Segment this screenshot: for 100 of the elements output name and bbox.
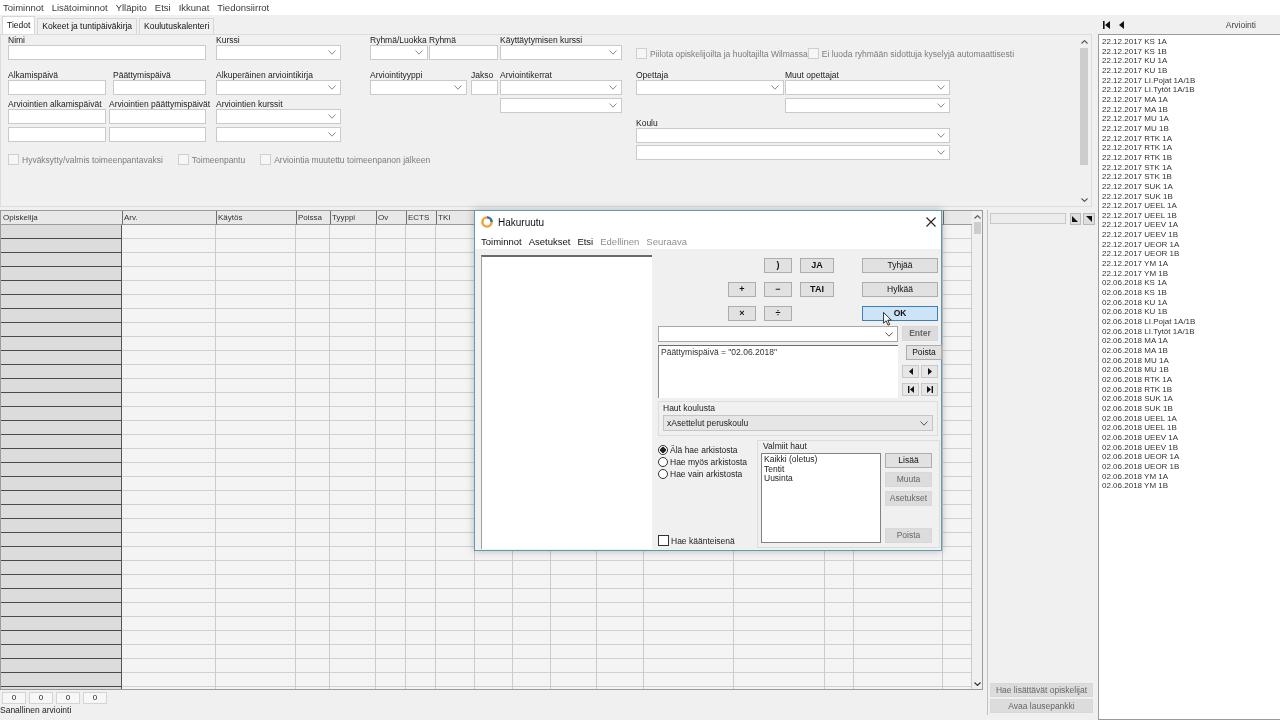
- list-item[interactable]: 22.12.2017 STK 1B: [1102, 172, 1280, 182]
- list-item[interactable]: 22.12.2017 YM 1B: [1102, 268, 1280, 279]
- list-item[interactable]: 22.12.2017 MA 1B: [1102, 104, 1280, 115]
- list-item[interactable]: 02.06.2018 SUK 1B: [1102, 403, 1280, 414]
- list-item[interactable]: Kaikki (oletus): [764, 455, 878, 465]
- column-header[interactable]: Ov: [376, 211, 406, 225]
- list-item[interactable]: 02.06.2018 MA 1A: [1102, 336, 1280, 346]
- menu-item[interactable]: Ylläpito: [115, 2, 147, 13]
- list-item[interactable]: 22.12.2017 MA 1A: [1102, 94, 1280, 105]
- list-item[interactable]: 22.12.2017 KS 1B: [1102, 46, 1280, 57]
- list-item[interactable]: 22.12.2017 SUK 1A: [1102, 181, 1280, 192]
- operator-button[interactable]: JA: [800, 258, 834, 273]
- text-field[interactable]: [8, 45, 206, 60]
- text-field[interactable]: [8, 80, 106, 95]
- action-button[interactable]: OK: [862, 306, 938, 321]
- scrollbar-thumb[interactable]: [973, 222, 981, 234]
- text-field[interactable]: [8, 109, 106, 124]
- tab[interactable]: Tiedot: [2, 16, 36, 34]
- text-field[interactable]: [990, 213, 1066, 224]
- radio-button[interactable]: [658, 469, 668, 479]
- text-field[interactable]: [109, 109, 206, 124]
- combo-box[interactable]: [658, 326, 898, 342]
- text-field[interactable]: [109, 127, 206, 142]
- combo-box[interactable]: [216, 80, 341, 95]
- operator-button[interactable]: +: [728, 282, 756, 297]
- checkbox[interactable]: [658, 535, 669, 546]
- menu-item[interactable]: Tiedonsiirrot: [217, 2, 270, 13]
- menu-item[interactable]: Toiminnot: [481, 235, 522, 247]
- operator-button[interactable]: ): [764, 258, 792, 273]
- text-field[interactable]: [113, 80, 206, 95]
- dropdown[interactable]: xAsettelut peruskoulu: [663, 415, 933, 431]
- list-item[interactable]: 02.06.2018 SUK 1A: [1102, 394, 1280, 404]
- operator-button[interactable]: TAI: [800, 282, 834, 297]
- list-item[interactable]: 02.06.2018 KU 1A: [1102, 297, 1280, 308]
- list-item[interactable]: 02.06.2018 KS 1B: [1102, 288, 1280, 298]
- combo-box[interactable]: [500, 98, 622, 113]
- panel-button[interactable]: [1069, 212, 1082, 225]
- radio-button[interactable]: [658, 457, 668, 467]
- list-item[interactable]: 22.12.2017 SUK 1B: [1102, 191, 1280, 202]
- tab[interactable]: Koulutuskalenteri: [139, 18, 215, 34]
- previous-button[interactable]: [902, 365, 919, 378]
- list-item[interactable]: 22.12.2017 KS 1A: [1102, 37, 1280, 47]
- menu-item[interactable]: Etsi: [577, 235, 594, 247]
- combo-box[interactable]: [636, 80, 784, 95]
- menu-item[interactable]: Ikkunat: [178, 2, 210, 13]
- column-header[interactable]: TKI: [436, 211, 475, 225]
- menu-item[interactable]: Etsi: [154, 2, 171, 13]
- menu-item[interactable]: Toiminnot: [3, 2, 44, 13]
- combo-box[interactable]: [785, 80, 950, 95]
- last-button[interactable]: [921, 383, 938, 396]
- combo-box[interactable]: [370, 80, 467, 95]
- menu-item[interactable]: Lisätoiminnot: [51, 2, 108, 13]
- column-header[interactable]: [943, 211, 972, 225]
- list-item[interactable]: 02.06.2018 UEEL 1B: [1102, 423, 1280, 433]
- combo-box[interactable]: [216, 109, 341, 124]
- list-item[interactable]: 22.12.2017 UEEL 1B: [1102, 210, 1280, 221]
- list-item[interactable]: 22.12.2017 STK 1A: [1102, 162, 1280, 173]
- scrollbar-thumb[interactable]: [1080, 48, 1088, 165]
- combo-box[interactable]: [785, 98, 950, 113]
- list-item[interactable]: 02.06.2018 LI.Tytöt 1A/1B: [1102, 326, 1280, 337]
- list-item[interactable]: 22.12.2017 RTK 1A: [1102, 143, 1280, 153]
- text-field[interactable]: [429, 45, 498, 60]
- list-item[interactable]: 22.12.2017 MU 1B: [1102, 123, 1280, 134]
- list-item[interactable]: 22.12.2017 LI.Tytöt 1A/1B: [1102, 85, 1280, 95]
- list-item[interactable]: 02.06.2018 MA 1B: [1102, 346, 1280, 356]
- list-item[interactable]: 02.06.2018 UEEV 1B: [1102, 442, 1280, 453]
- chevron-up-icon[interactable]: [973, 215, 981, 219]
- combo-box[interactable]: [636, 145, 950, 160]
- column-header[interactable]: Opiskelija: [1, 211, 122, 225]
- list-item[interactable]: 22.12.2017 KU 1B: [1102, 65, 1280, 76]
- operator-button[interactable]: ÷: [764, 306, 792, 321]
- first-button[interactable]: [902, 383, 919, 396]
- list-item[interactable]: 22.12.2017 UEEV 1B: [1102, 230, 1280, 240]
- list-item[interactable]: 02.06.2018 RTK 1B: [1102, 384, 1280, 395]
- list-item[interactable]: 22.12.2017 RTK 1A: [1102, 133, 1280, 144]
- combo-box[interactable]: [636, 128, 950, 143]
- list-item[interactable]: 22.12.2017 YM 1A: [1102, 259, 1280, 269]
- list-item[interactable]: 02.06.2018 UEOR 1A: [1102, 452, 1280, 462]
- chevron-down-icon[interactable]: [973, 682, 981, 686]
- combo-box[interactable]: [216, 127, 341, 142]
- list-item[interactable]: 02.06.2018 KS 1A: [1102, 278, 1280, 289]
- chevron-down-icon[interactable]: [1080, 198, 1088, 202]
- list-item[interactable]: 02.06.2018 MU 1B: [1102, 365, 1280, 375]
- list-item[interactable]: 22.12.2017 MU 1A: [1102, 114, 1280, 124]
- action-button[interactable]: Lisää: [885, 453, 932, 468]
- list-item[interactable]: 22.12.2017 KU 1A: [1102, 56, 1280, 66]
- list-item[interactable]: 22.12.2017 RTK 1B: [1102, 152, 1280, 163]
- panel-button[interactable]: [1083, 212, 1095, 225]
- close-icon[interactable]: [926, 217, 936, 227]
- expression-field[interactable]: Päättymispäivä = "02.06.2018": [658, 345, 898, 398]
- column-header[interactable]: ECTS: [406, 211, 436, 225]
- chevron-up-icon[interactable]: [1080, 40, 1088, 44]
- scrollbar[interactable]: [972, 211, 982, 689]
- list-item[interactable]: 02.06.2018 UEEL 1A: [1102, 413, 1280, 424]
- list-item[interactable]: 22.12.2017 LI.Pojat 1A/1B: [1102, 75, 1280, 86]
- list-item[interactable]: 02.06.2018 UEEV 1A: [1102, 432, 1280, 443]
- delete-button[interactable]: Poista: [906, 345, 942, 360]
- text-field[interactable]: [8, 127, 106, 142]
- list-item[interactable]: Uusinta: [764, 474, 878, 484]
- text-field[interactable]: [471, 80, 498, 95]
